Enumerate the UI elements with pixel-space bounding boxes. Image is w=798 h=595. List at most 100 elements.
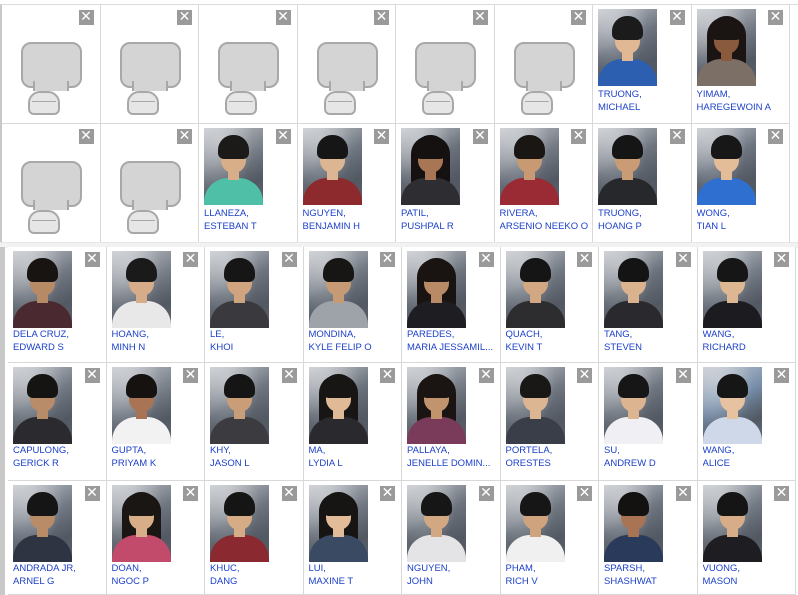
student-card[interactable]: TRUONG, MICHAEL ✕ bbox=[593, 5, 692, 124]
student-photo[interactable] bbox=[210, 485, 269, 562]
student-photo[interactable] bbox=[13, 485, 72, 562]
empty-seat-card[interactable]: ✕ bbox=[199, 5, 298, 124]
student-card[interactable]: WONG, TIAN L ✕ bbox=[691, 124, 790, 243]
student-name-link[interactable]: LE, KHOI bbox=[210, 328, 302, 354]
student-card[interactable]: HOANG, MINH N ✕ bbox=[106, 247, 205, 363]
remove-icon[interactable]: ✕ bbox=[478, 252, 494, 267]
remove-icon[interactable]: ✕ bbox=[380, 252, 395, 267]
remove-icon[interactable]: ✕ bbox=[281, 252, 297, 267]
student-name-link[interactable]: DELA CRUZ, EDWARD S bbox=[13, 328, 105, 354]
student-name-link[interactable]: MONDINA, KYLE FELIP O bbox=[309, 328, 401, 354]
student-photo[interactable] bbox=[505, 485, 565, 562]
remove-icon[interactable]: ✕ bbox=[675, 486, 691, 501]
student-name-link[interactable]: MA, LYDIA L bbox=[309, 444, 401, 470]
remove-icon[interactable]: ✕ bbox=[177, 129, 192, 144]
student-card[interactable]: SPARSH, SHASHWAT ✕ bbox=[599, 481, 698, 595]
remove-icon[interactable]: ✕ bbox=[472, 10, 488, 25]
empty-seat-card[interactable]: ✕ bbox=[100, 124, 199, 243]
student-photo[interactable] bbox=[702, 367, 762, 444]
remove-icon[interactable]: ✕ bbox=[78, 129, 94, 144]
student-card[interactable]: LUI, MAXINE T ✕ bbox=[303, 481, 402, 595]
student-name-link[interactable]: GUPTA, PRIYAM K bbox=[112, 444, 204, 470]
student-photo[interactable] bbox=[702, 485, 762, 562]
student-photo[interactable] bbox=[308, 251, 368, 328]
student-photo[interactable] bbox=[13, 367, 72, 444]
student-photo[interactable] bbox=[308, 367, 368, 444]
remove-icon[interactable]: ✕ bbox=[84, 368, 100, 383]
student-card[interactable]: NGUYEN, JOHN ✕ bbox=[402, 481, 501, 595]
student-card[interactable]: DELA CRUZ, EDWARD S ✕ bbox=[8, 247, 107, 363]
student-name-link[interactable]: PALLAYA, JENELLE DOMIN... bbox=[407, 444, 499, 470]
student-card[interactable]: LLANEZA, ESTEBAN T ✕ bbox=[199, 124, 298, 243]
remove-icon[interactable]: ✕ bbox=[577, 252, 592, 267]
student-photo[interactable] bbox=[505, 251, 565, 328]
student-card[interactable]: RIVERA, ARSENIO NEEKO O ✕ bbox=[494, 124, 593, 243]
student-name-link[interactable]: VUONG, MASON bbox=[703, 562, 795, 588]
student-card[interactable]: PATIL, PUSHPAL R ✕ bbox=[396, 124, 495, 243]
student-name-link[interactable]: TRUONG, HOANG P bbox=[598, 207, 690, 233]
remove-icon[interactable]: ✕ bbox=[472, 129, 488, 144]
student-name-link[interactable]: SU, ANDREW D bbox=[604, 444, 696, 470]
student-name-link[interactable]: NGUYEN, JOHN bbox=[407, 562, 499, 588]
student-name-link[interactable]: PAREDES, MARIA JESSAMIL... bbox=[407, 328, 499, 354]
student-card[interactable]: WANG, RICHARD ✕ bbox=[697, 247, 796, 363]
student-card[interactable]: LE, KHOI ✕ bbox=[205, 247, 304, 363]
student-card[interactable]: NGUYEN, BENJAMIN H ✕ bbox=[297, 124, 396, 243]
student-name-link[interactable]: CAPULONG, GERICK R bbox=[13, 444, 105, 470]
remove-icon[interactable]: ✕ bbox=[183, 368, 198, 383]
empty-seat-card[interactable]: ✕ bbox=[297, 5, 396, 124]
student-name-link[interactable]: QUACH, KEVIN T bbox=[506, 328, 598, 354]
student-name-link[interactable]: KHY, JASON L bbox=[210, 444, 302, 470]
remove-icon[interactable]: ✕ bbox=[774, 486, 789, 501]
student-name-link[interactable]: LLANEZA, ESTEBAN T bbox=[204, 207, 296, 233]
student-card[interactable]: DOAN, NGOC P ✕ bbox=[106, 481, 205, 595]
student-photo[interactable] bbox=[210, 251, 269, 328]
empty-seat-card[interactable]: ✕ bbox=[2, 5, 101, 124]
empty-seat-card[interactable]: ✕ bbox=[100, 5, 199, 124]
student-card[interactable]: TANG, STEVEN ✕ bbox=[599, 247, 698, 363]
student-card[interactable]: YIMAM, HAREGEWOIN A ✕ bbox=[691, 5, 790, 124]
remove-icon[interactable]: ✕ bbox=[84, 252, 100, 267]
student-name-link[interactable]: TRUONG, MICHAEL bbox=[598, 88, 690, 114]
student-card[interactable]: PORTELA, ORESTES ✕ bbox=[500, 363, 599, 481]
remove-icon[interactable]: ✕ bbox=[571, 10, 586, 25]
remove-icon[interactable]: ✕ bbox=[669, 10, 685, 25]
remove-icon[interactable]: ✕ bbox=[774, 252, 789, 267]
student-name-link[interactable]: ANDRADA JR, ARNEL G bbox=[13, 562, 105, 588]
student-photo[interactable] bbox=[604, 251, 663, 328]
remove-icon[interactable]: ✕ bbox=[177, 10, 192, 25]
remove-icon[interactable]: ✕ bbox=[275, 129, 291, 144]
student-photo[interactable] bbox=[401, 128, 460, 205]
student-card[interactable]: SU, ANDREW D ✕ bbox=[599, 363, 698, 481]
remove-icon[interactable]: ✕ bbox=[768, 129, 783, 144]
student-name-link[interactable]: PORTELA, ORESTES bbox=[506, 444, 598, 470]
student-name-link[interactable]: SPARSH, SHASHWAT bbox=[604, 562, 696, 588]
student-photo[interactable] bbox=[407, 251, 466, 328]
remove-icon[interactable]: ✕ bbox=[380, 486, 395, 501]
student-photo[interactable] bbox=[604, 367, 663, 444]
remove-icon[interactable]: ✕ bbox=[281, 486, 297, 501]
student-card[interactable]: MONDINA, KYLE FELIP O ✕ bbox=[303, 247, 402, 363]
student-photo[interactable] bbox=[505, 367, 565, 444]
remove-icon[interactable]: ✕ bbox=[675, 368, 691, 383]
student-photo[interactable] bbox=[210, 367, 269, 444]
remove-icon[interactable]: ✕ bbox=[78, 10, 94, 25]
student-card[interactable]: QUACH, KEVIN T ✕ bbox=[500, 247, 599, 363]
empty-seat-card[interactable]: ✕ bbox=[2, 124, 101, 243]
remove-icon[interactable]: ✕ bbox=[183, 252, 198, 267]
student-photo[interactable] bbox=[111, 251, 171, 328]
student-card[interactable]: KHY, JASON L ✕ bbox=[205, 363, 304, 481]
student-photo[interactable] bbox=[407, 485, 466, 562]
remove-icon[interactable]: ✕ bbox=[774, 368, 789, 383]
student-photo[interactable] bbox=[604, 485, 663, 562]
student-photo[interactable] bbox=[598, 9, 657, 86]
student-photo[interactable] bbox=[499, 128, 559, 205]
remove-icon[interactable]: ✕ bbox=[478, 368, 494, 383]
student-photo[interactable] bbox=[702, 251, 762, 328]
student-name-link[interactable]: WANG, ALICE bbox=[703, 444, 795, 470]
student-name-link[interactable]: DOAN, NGOC P bbox=[112, 562, 204, 588]
remove-icon[interactable]: ✕ bbox=[478, 486, 494, 501]
remove-icon[interactable]: ✕ bbox=[275, 10, 291, 25]
student-card[interactable]: TRUONG, HOANG P ✕ bbox=[593, 124, 692, 243]
remove-icon[interactable]: ✕ bbox=[380, 368, 395, 383]
